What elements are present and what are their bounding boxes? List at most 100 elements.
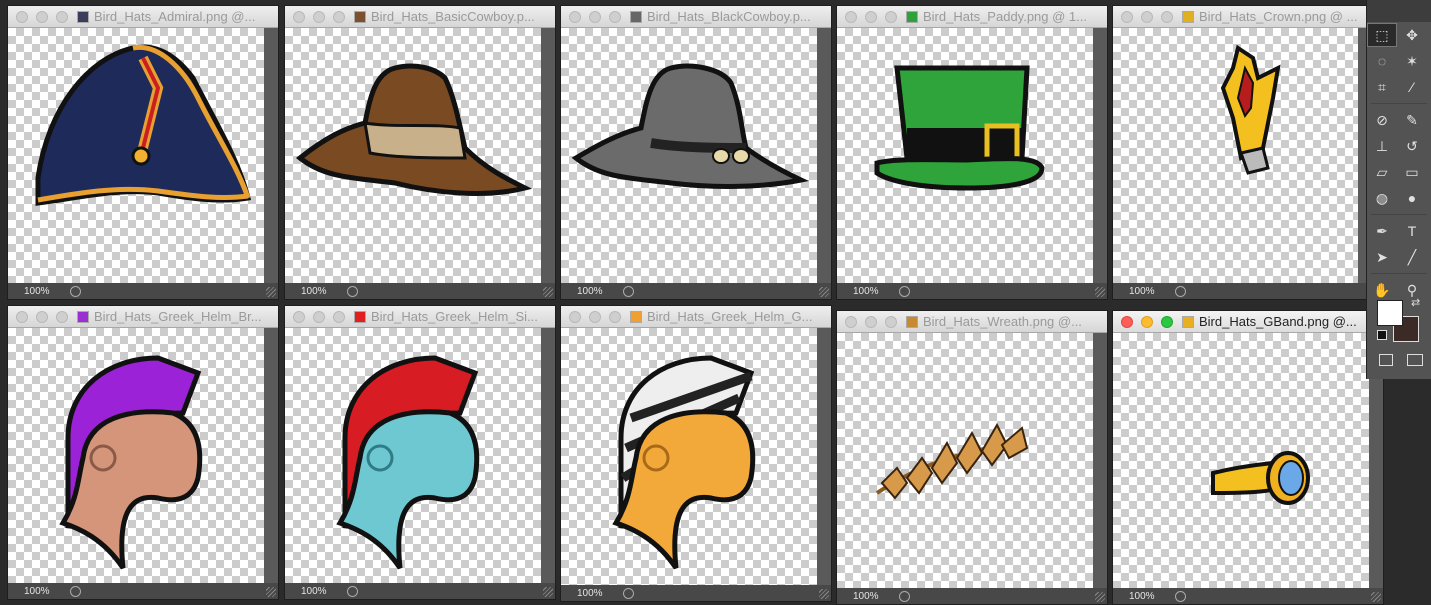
eraser-icon[interactable]: ▱ <box>1367 160 1397 184</box>
vertical-scrollbar[interactable] <box>264 328 278 585</box>
dodge-icon[interactable]: ● <box>1397 186 1427 210</box>
image-canvas[interactable] <box>8 28 264 285</box>
foreground-color-swatch[interactable] <box>1377 300 1403 326</box>
quick-mask-icon[interactable] <box>1379 354 1393 366</box>
hand-icon[interactable]: ✋ <box>1367 278 1397 302</box>
close-button[interactable] <box>293 10 305 23</box>
rectangular-marquee-icon[interactable]: ⬚ <box>1367 23 1397 47</box>
zoom-level[interactable]: 100% <box>24 286 64 297</box>
pen-icon[interactable]: ✒ <box>1367 219 1397 243</box>
document-window-greek-helm-bronze[interactable]: Bird_Hats_Greek_Helm_Br... 100% <box>7 305 279 600</box>
image-canvas[interactable] <box>837 28 1093 285</box>
screen-mode-icon[interactable] <box>1407 354 1423 366</box>
document-info-icon[interactable] <box>1175 590 1186 602</box>
eyedropper-icon[interactable]: ⁄ <box>1397 75 1427 99</box>
resize-handle[interactable] <box>1095 287 1105 297</box>
line-icon[interactable]: ╱ <box>1397 245 1427 269</box>
window-titlebar[interactable]: Bird_Hats_Crown.png @ ... <box>1113 6 1368 28</box>
document-window-greek-helm-silver[interactable]: Bird_Hats_Greek_Helm_Si... 100% <box>284 305 556 600</box>
zoom-button[interactable] <box>609 10 621 23</box>
window-titlebar[interactable]: Bird_Hats_GBand.png @... <box>1113 311 1383 333</box>
resize-handle[interactable] <box>819 589 829 599</box>
type-icon[interactable]: T <box>1397 219 1427 243</box>
zoom-level[interactable]: 100% <box>24 586 64 597</box>
document-window-crown[interactable]: Bird_Hats_Crown.png @ ... 100% <box>1112 5 1370 300</box>
zoom-level[interactable]: 100% <box>577 286 617 297</box>
gradient-icon[interactable]: ▭ <box>1397 160 1427 184</box>
zoom-button[interactable] <box>885 10 897 23</box>
resize-handle[interactable] <box>543 287 553 297</box>
lasso-icon[interactable]: ◌ <box>1367 49 1397 73</box>
history-brush-icon[interactable]: ↺ <box>1397 134 1427 158</box>
document-window-greek-helm-gold[interactable]: Bird_Hats_Greek_Helm_G... 100% <box>560 305 832 602</box>
image-canvas[interactable] <box>285 328 541 585</box>
document-window-admiral[interactable]: Bird_Hats_Admiral.png @... 100% <box>7 5 279 300</box>
brush-icon[interactable]: ✎ <box>1397 108 1427 132</box>
close-button[interactable] <box>569 10 581 23</box>
zoom-button[interactable] <box>1161 10 1173 23</box>
image-canvas[interactable] <box>8 328 264 585</box>
move-icon[interactable]: ✥ <box>1397 23 1427 47</box>
vertical-scrollbar[interactable] <box>541 328 555 585</box>
swap-colors-icon[interactable]: ⇄ <box>1411 296 1420 309</box>
close-button[interactable] <box>293 310 305 323</box>
image-canvas[interactable] <box>285 28 541 285</box>
spot-healing-icon[interactable]: ⊘ <box>1367 108 1397 132</box>
vertical-scrollbar[interactable] <box>817 28 831 285</box>
image-canvas[interactable] <box>1113 333 1369 590</box>
zoom-level[interactable]: 100% <box>853 591 893 602</box>
image-canvas[interactable] <box>1113 28 1358 285</box>
crop-icon[interactable]: ⌗ <box>1367 75 1397 99</box>
image-canvas[interactable] <box>837 333 1093 590</box>
document-window-paddy[interactable]: Bird_Hats_Paddy.png @ 1... 100% <box>836 5 1108 300</box>
zoom-level[interactable]: 100% <box>301 586 341 597</box>
path-selection-icon[interactable]: ➤ <box>1367 245 1397 269</box>
default-colors-icon[interactable] <box>1377 330 1387 340</box>
close-button[interactable] <box>569 310 581 323</box>
zoom-button[interactable] <box>1161 315 1173 328</box>
zoom-button[interactable] <box>885 315 897 328</box>
resize-handle[interactable] <box>543 587 553 597</box>
window-titlebar[interactable]: Bird_Hats_Paddy.png @ 1... <box>837 6 1107 28</box>
document-info-icon[interactable] <box>70 585 81 597</box>
clone-stamp-icon[interactable]: ⊥ <box>1367 134 1397 158</box>
zoom-button[interactable] <box>56 10 68 23</box>
document-info-icon[interactable] <box>623 587 634 599</box>
window-titlebar[interactable]: Bird_Hats_BlackCowboy.p... <box>561 6 831 28</box>
document-window-basiccowboy[interactable]: Bird_Hats_BasicCowboy.p... 100% <box>284 5 556 300</box>
image-canvas[interactable] <box>561 28 817 285</box>
close-button[interactable] <box>1121 315 1133 328</box>
resize-handle[interactable] <box>266 587 276 597</box>
minimize-button[interactable] <box>1141 315 1153 328</box>
document-info-icon[interactable] <box>899 285 910 297</box>
close-button[interactable] <box>845 10 857 23</box>
window-titlebar[interactable]: Bird_Hats_Greek_Helm_G... <box>561 306 831 328</box>
window-titlebar[interactable]: Bird_Hats_Greek_Helm_Br... <box>8 306 278 328</box>
document-info-icon[interactable] <box>70 285 81 297</box>
document-window-wreath[interactable]: Bird_Hats_Wreath.png @... 100% <box>836 310 1108 605</box>
window-titlebar[interactable]: Bird_Hats_BasicCowboy.p... <box>285 6 555 28</box>
document-info-icon[interactable] <box>623 285 634 297</box>
vertical-scrollbar[interactable] <box>1093 28 1107 285</box>
resize-handle[interactable] <box>1371 592 1381 602</box>
vertical-scrollbar[interactable] <box>541 28 555 285</box>
zoom-button[interactable] <box>56 310 68 323</box>
minimize-button[interactable] <box>589 310 601 323</box>
zoom-level[interactable]: 100% <box>1129 286 1169 297</box>
close-button[interactable] <box>16 310 28 323</box>
window-titlebar[interactable]: Bird_Hats_Wreath.png @... <box>837 311 1107 333</box>
vertical-scrollbar[interactable] <box>817 328 831 587</box>
zoom-level[interactable]: 100% <box>1129 591 1169 602</box>
minimize-button[interactable] <box>865 10 877 23</box>
zoom-level[interactable]: 100% <box>577 588 617 599</box>
zoom-button[interactable] <box>333 310 345 323</box>
window-titlebar[interactable]: Bird_Hats_Admiral.png @... <box>8 6 278 28</box>
minimize-button[interactable] <box>313 10 325 23</box>
window-titlebar[interactable]: Bird_Hats_Greek_Helm_Si... <box>285 306 555 328</box>
document-window-blackcowboy[interactable]: Bird_Hats_BlackCowboy.p... 100% <box>560 5 832 300</box>
zoom-button[interactable] <box>609 310 621 323</box>
document-info-icon[interactable] <box>899 590 910 602</box>
vertical-scrollbar[interactable] <box>1093 333 1107 590</box>
minimize-button[interactable] <box>865 315 877 328</box>
tools-panel-grip[interactable] <box>1367 0 1431 22</box>
